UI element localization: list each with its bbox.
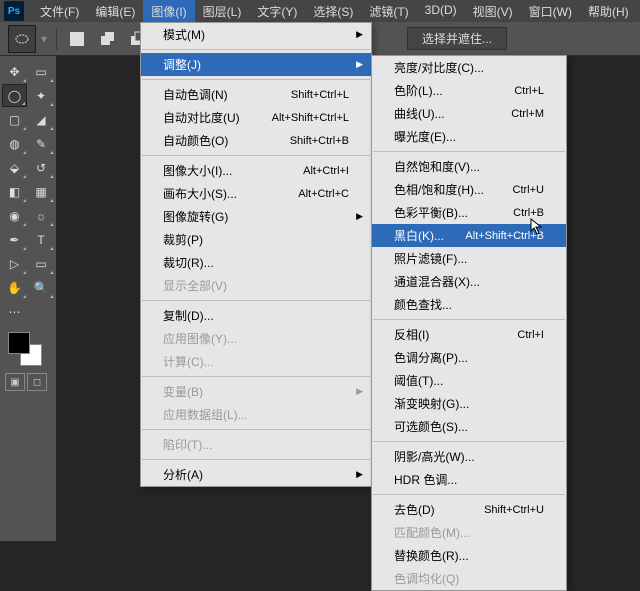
menuitem[interactable]: 阈值(T)... bbox=[372, 369, 566, 392]
menuitem[interactable]: 分析(A)▶ bbox=[141, 463, 371, 486]
blur-tool-icon[interactable]: ◉ bbox=[2, 204, 27, 227]
menu-文字[interactable]: 文字(Y) bbox=[249, 0, 305, 23]
type-tool-icon[interactable]: T bbox=[29, 228, 54, 251]
app-icon: Ps bbox=[4, 1, 24, 21]
history-brush-tool-icon[interactable]: ↺ bbox=[29, 156, 54, 179]
crop-tool-icon[interactable]: ▢ bbox=[2, 108, 27, 131]
menuitem: 应用图像(Y)... bbox=[141, 327, 371, 350]
menuitem[interactable]: 颜色查找... bbox=[372, 293, 566, 316]
quick-mask-icon[interactable]: ▣◻ bbox=[2, 373, 54, 391]
menuitem: 变量(B)▶ bbox=[141, 380, 371, 403]
menuitem[interactable]: 黑白(K)...Alt+Shift+Ctrl+B bbox=[372, 224, 566, 247]
menuitem[interactable]: 复制(D)... bbox=[141, 304, 371, 327]
lasso-tool-icon[interactable]: ◯ bbox=[2, 84, 27, 107]
zoom-tool-icon[interactable]: 🔍 bbox=[29, 276, 54, 299]
menuitem[interactable]: 曝光度(E)... bbox=[372, 125, 566, 148]
menuitem: 应用数据组(L)... bbox=[141, 403, 371, 426]
menuitem[interactable]: 通道混合器(X)... bbox=[372, 270, 566, 293]
pen-tool-icon[interactable]: ✒ bbox=[2, 228, 27, 251]
rect-tool-icon[interactable]: ▭ bbox=[29, 252, 54, 275]
menuitem[interactable]: 反相(I)Ctrl+I bbox=[372, 323, 566, 346]
color-swatch[interactable] bbox=[2, 330, 54, 370]
menuitem[interactable]: 图像旋转(G)▶ bbox=[141, 205, 371, 228]
menu-图层[interactable]: 图层(L) bbox=[195, 0, 250, 23]
stamp-tool-icon[interactable]: ⬙ bbox=[2, 156, 27, 179]
rect-marquee-tool-icon[interactable]: ▭ bbox=[29, 60, 54, 83]
menuitem[interactable]: 图像大小(I)...Alt+Ctrl+I bbox=[141, 159, 371, 182]
menuitem: 显示全部(V) bbox=[141, 274, 371, 297]
menuitem[interactable]: 色调分离(P)... bbox=[372, 346, 566, 369]
menuitem[interactable]: 自然饱和度(V)... bbox=[372, 155, 566, 178]
menu-视图[interactable]: 视图(V) bbox=[465, 0, 521, 23]
menuitem[interactable]: 去色(D)Shift+Ctrl+U bbox=[372, 498, 566, 521]
menuitem[interactable]: HDR 色调... bbox=[372, 468, 566, 491]
menuitem[interactable]: 自动颜色(O)Shift+Ctrl+B bbox=[141, 129, 371, 152]
menuitem[interactable]: 色阶(L)...Ctrl+L bbox=[372, 79, 566, 102]
adjustments-submenu: 亮度/对比度(C)...色阶(L)...Ctrl+L曲线(U)...Ctrl+M… bbox=[371, 55, 567, 591]
image-menu: 模式(M)▶ 调整(J)▶ 自动色调(N)Shift+Ctrl+L自动对比度(U)A… bbox=[140, 22, 372, 487]
menuitem[interactable]: 曲线(U)...Ctrl+M bbox=[372, 102, 566, 125]
menuitem[interactable]: 色相/饱和度(H)...Ctrl+U bbox=[372, 178, 566, 201]
menu-帮助[interactable]: 帮助(H) bbox=[580, 0, 637, 23]
dodge-tool-icon[interactable]: ☼ bbox=[29, 204, 54, 227]
gradient-tool-icon[interactable]: ▦ bbox=[29, 180, 54, 203]
menuitem[interactable]: 可选颜色(S)... bbox=[372, 415, 566, 438]
menu-文件[interactable]: 文件(F) bbox=[32, 0, 87, 23]
menuitem: 陷印(T)... bbox=[141, 433, 371, 456]
menuitem[interactable]: 自动对比度(U)Alt+Shift+Ctrl+L bbox=[141, 106, 371, 129]
menuitem[interactable]: 亮度/对比度(C)... bbox=[372, 56, 566, 79]
menuitem[interactable]: 裁剪(P) bbox=[141, 228, 371, 251]
menuitem: 计算(C)... bbox=[141, 350, 371, 373]
menu-图像[interactable]: 图像(I) bbox=[143, 0, 194, 23]
menuitem[interactable]: 色彩平衡(B)...Ctrl+B bbox=[372, 201, 566, 224]
menu-编辑[interactable]: 编辑(E) bbox=[87, 0, 143, 23]
move-tool-icon[interactable]: ✥ bbox=[2, 60, 27, 83]
menuitem[interactable]: 替换颜色(R)... bbox=[372, 544, 566, 567]
eraser-tool-icon[interactable]: ◧ bbox=[2, 180, 27, 203]
eyedropper-tool-icon[interactable]: ◢ bbox=[29, 108, 54, 131]
selection-add-icon[interactable] bbox=[93, 25, 121, 53]
menuitem[interactable]: 模式(M)▶ bbox=[141, 23, 371, 46]
menu-3D[interactable]: 3D(D) bbox=[417, 0, 465, 23]
heal-tool-icon[interactable]: ◍ bbox=[2, 132, 27, 155]
menu-窗口[interactable]: 窗口(W) bbox=[521, 0, 580, 23]
edit-tb-tool-icon[interactable]: ⋯ bbox=[2, 300, 27, 323]
menuitem[interactable]: 渐变映射(G)... bbox=[372, 392, 566, 415]
select-and-mask-button[interactable]: 选择并遮住... bbox=[407, 27, 507, 50]
menuitem[interactable]: 阴影/高光(W)... bbox=[372, 445, 566, 468]
menu-滤镜[interactable]: 滤镜(T) bbox=[361, 0, 416, 23]
selection-new-icon[interactable] bbox=[63, 25, 91, 53]
menuitem[interactable]: 画布大小(S)...Alt+Ctrl+C bbox=[141, 182, 371, 205]
brush-tool-icon[interactable]: ✎ bbox=[29, 132, 54, 155]
menuitem: 色调均化(Q) bbox=[372, 567, 566, 590]
magic-wand-tool-icon[interactable]: ✦ bbox=[29, 84, 54, 107]
lasso-preset-icon[interactable] bbox=[8, 25, 36, 53]
hand-tool-icon[interactable]: ✋ bbox=[2, 276, 27, 299]
blank bbox=[29, 300, 54, 323]
menubar: Ps 文件(F)编辑(E)图像(I)图层(L)文字(Y)选择(S)滤镜(T)3D… bbox=[0, 0, 640, 22]
path-sel-tool-icon[interactable]: ▷ bbox=[2, 252, 27, 275]
menuitem[interactable]: 照片滤镜(F)... bbox=[372, 247, 566, 270]
menuitem[interactable]: 裁切(R)... bbox=[141, 251, 371, 274]
menu-选择[interactable]: 选择(S) bbox=[305, 0, 361, 23]
menuitem[interactable]: 自动色调(N)Shift+Ctrl+L bbox=[141, 83, 371, 106]
menuitem[interactable]: 调整(J)▶ bbox=[141, 53, 371, 76]
toolbox: ✥▭◯✦▢◢◍✎⬙↺◧▦◉☼✒T▷▭✋🔍⋯▣◻ bbox=[0, 56, 56, 541]
